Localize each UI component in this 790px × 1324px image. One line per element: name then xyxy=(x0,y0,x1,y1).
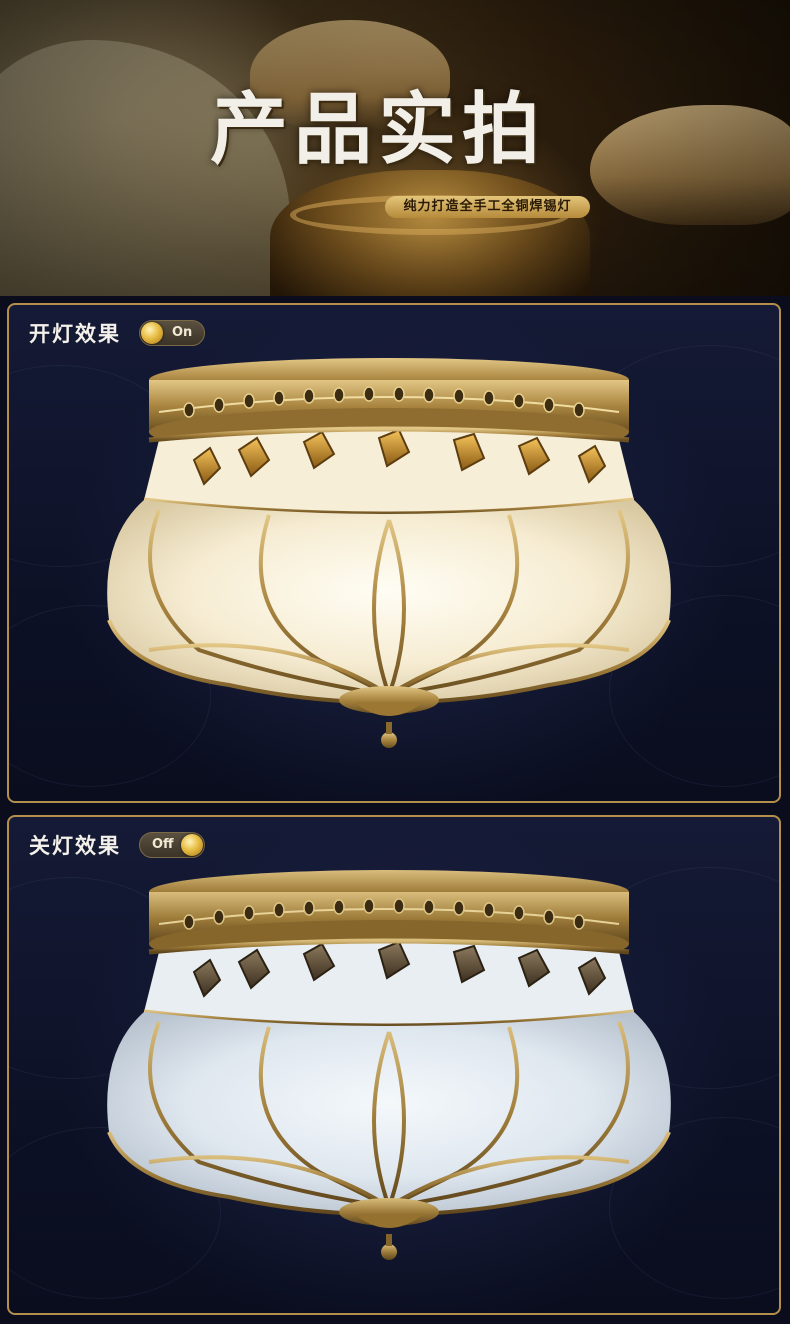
light-on-label: 开灯效果 xyxy=(29,321,121,346)
hero-title: 产品实拍 xyxy=(210,84,547,175)
toggle-off-text: Off xyxy=(152,837,174,852)
light-on-toggle: On xyxy=(139,320,205,346)
toggle-knob xyxy=(181,834,203,856)
light-off-label: 关灯效果 xyxy=(29,833,121,858)
light-off-toggle: Off xyxy=(139,832,205,858)
light-off-panel: 关灯效果 Off xyxy=(7,815,781,1315)
hero-subtitle-badge: 纯力打造全手工全铜焊锡灯 xyxy=(385,196,590,218)
toggle-on-text: On xyxy=(172,325,193,340)
light-on-panel: 开灯效果 On xyxy=(7,303,781,803)
hero-banner: 产品实拍 纯力打造全手工全铜焊锡灯 xyxy=(0,0,790,296)
lamp-unlit-image xyxy=(107,870,671,1260)
toggle-knob xyxy=(141,322,163,344)
lamp-lit-image xyxy=(107,358,671,748)
